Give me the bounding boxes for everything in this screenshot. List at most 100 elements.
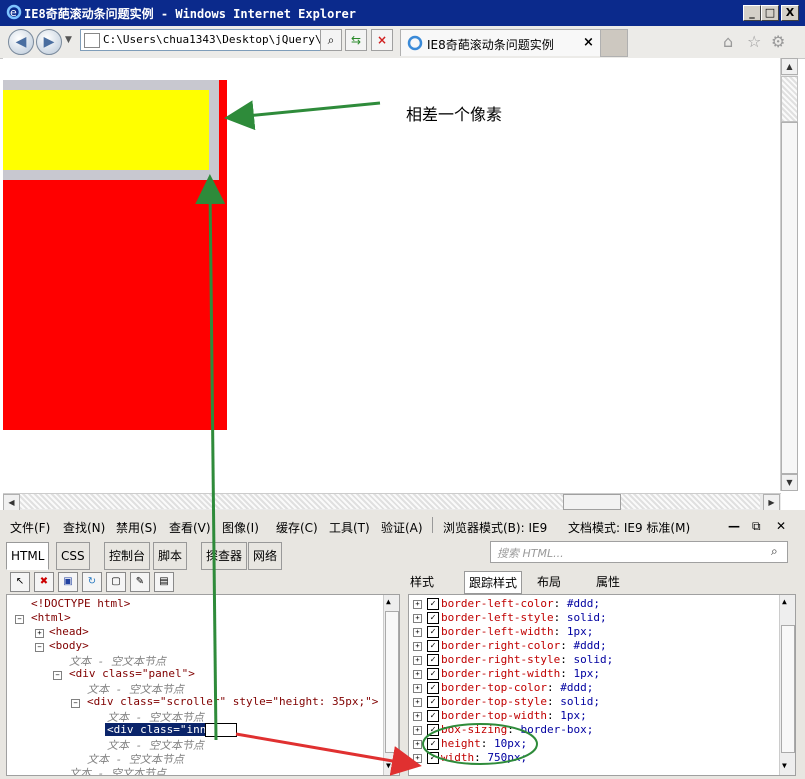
- style-row[interactable]: border-right-style: solid;: [441, 653, 613, 666]
- devtools-close-icon[interactable]: ✕: [776, 519, 786, 533]
- scroll-down-arrow-icon[interactable]: ▼: [782, 761, 787, 770]
- style-row[interactable]: border-top-color: #ddd;: [441, 681, 593, 694]
- address-bar[interactable]: C:\Users\chua1343\Desktop\jQuery\: [80, 29, 342, 51]
- tree-node-head[interactable]: <head>: [49, 625, 89, 638]
- scroll-right-arrow-icon[interactable]: ▶: [763, 494, 780, 511]
- expand-icon[interactable]: +: [413, 754, 422, 763]
- style-row[interactable]: border-right-width: 1px;: [441, 667, 600, 680]
- expand-icon[interactable]: +: [413, 684, 422, 693]
- style-row[interactable]: border-left-color: #ddd;: [441, 597, 600, 610]
- close-button[interactable]: X: [781, 5, 799, 21]
- menu-view[interactable]: 查看(V): [169, 519, 211, 536]
- forward-button[interactable]: ▶: [36, 29, 62, 55]
- style-checkbox[interactable]: ✓: [427, 654, 439, 666]
- h-scrollbar-thumb[interactable]: [563, 494, 621, 510]
- dom-tree-scroll-thumb[interactable]: [385, 611, 399, 753]
- right-tab-trace-styles[interactable]: 跟踪样式: [464, 571, 523, 594]
- browser-tab[interactable]: IE8奇葩滚动条问题实例 ×: [400, 29, 602, 56]
- devtools-minimize-icon[interactable]: —: [728, 519, 740, 533]
- style-checkbox[interactable]: ✓: [427, 752, 439, 764]
- expand-icon[interactable]: +: [413, 698, 422, 707]
- inline-edit-box[interactable]: [205, 723, 237, 737]
- element-source-icon[interactable]: ▢: [106, 572, 126, 592]
- scroll-left-arrow-icon[interactable]: ◀: [3, 494, 20, 511]
- style-checkbox[interactable]: ✓: [427, 710, 439, 722]
- tree-node-body[interactable]: <body>: [49, 639, 89, 652]
- tree-node-doctype[interactable]: <!DOCTYPE html>: [31, 597, 130, 610]
- styles-scroll-thumb[interactable]: [781, 625, 795, 753]
- style-row[interactable]: border-top-style: solid;: [441, 695, 600, 708]
- scrollbar-thumb[interactable]: [781, 122, 798, 474]
- recent-pages-dropdown-icon[interactable]: ▼: [65, 35, 72, 45]
- tree-node-html[interactable]: <html>: [31, 611, 71, 624]
- tab-css[interactable]: CSS: [56, 542, 90, 570]
- tab-console[interactable]: 控制台: [104, 542, 151, 570]
- menu-file[interactable]: 文件(F): [10, 519, 50, 536]
- right-tab-style[interactable]: 样式: [410, 573, 434, 590]
- document-mode-menu[interactable]: 文档模式: IE9 标准(M): [568, 519, 690, 536]
- search-icon[interactable]: ⌕: [771, 544, 778, 559]
- dom-tree-scrollbar[interactable]: ▲ ▼: [383, 595, 399, 775]
- maximize-button[interactable]: □: [761, 5, 779, 21]
- tab-script[interactable]: 脚本: [153, 542, 188, 570]
- expand-icon[interactable]: +: [413, 600, 422, 609]
- style-checkbox[interactable]: ✓: [427, 612, 439, 624]
- style-checkbox[interactable]: ✓: [427, 696, 439, 708]
- devtools-undock-icon[interactable]: ⧉: [752, 519, 761, 534]
- browser-mode-menu[interactable]: 浏览器模式(B): IE9: [443, 519, 547, 536]
- expand-icon[interactable]: +: [413, 642, 422, 651]
- style-row[interactable]: border-right-color: #ddd;: [441, 639, 607, 652]
- style-row[interactable]: border-left-width: 1px;: [441, 625, 593, 638]
- search-dropdown-icon[interactable]: ⌕: [320, 29, 342, 51]
- style-row[interactable]: border-left-style: solid;: [441, 611, 607, 624]
- tab-network[interactable]: 网络: [248, 542, 283, 570]
- style-checkbox[interactable]: ✓: [427, 598, 439, 610]
- scroll-up-arrow-icon[interactable]: ▲: [782, 597, 787, 606]
- expand-icon[interactable]: +: [413, 614, 422, 623]
- style-checkbox[interactable]: ✓: [427, 626, 439, 638]
- new-tab-button[interactable]: [600, 29, 628, 57]
- scroll-up-arrow-icon[interactable]: ▲: [781, 58, 798, 75]
- refresh-button[interactable]: ⇆: [345, 29, 367, 51]
- select-element-icon[interactable]: ↖: [10, 572, 30, 592]
- word-wrap-icon[interactable]: ▤: [154, 572, 174, 592]
- expand-icon[interactable]: +: [413, 628, 422, 637]
- menu-cache[interactable]: 缓存(C): [276, 519, 318, 536]
- style-row[interactable]: width: 750px;: [441, 751, 527, 764]
- html-search-input[interactable]: 搜索 HTML... ⌕: [490, 541, 788, 563]
- menu-find[interactable]: 查找(N): [63, 519, 105, 536]
- expand-icon[interactable]: +: [413, 712, 422, 721]
- right-tab-attributes[interactable]: 属性: [596, 573, 620, 590]
- edit-icon[interactable]: ✎: [130, 572, 150, 592]
- clear-browser-cache-icon[interactable]: ✖: [34, 572, 54, 592]
- home-icon[interactable]: ⌂: [723, 32, 733, 51]
- menu-tools[interactable]: 工具(T): [329, 519, 370, 536]
- menu-images[interactable]: 图像(I): [222, 519, 259, 536]
- style-checkbox[interactable]: ✓: [427, 724, 439, 736]
- stop-button[interactable]: ×: [371, 29, 393, 51]
- expand-icon[interactable]: +: [413, 726, 422, 735]
- menu-disable[interactable]: 禁用(S): [116, 519, 157, 536]
- tab-html[interactable]: HTML: [6, 542, 50, 570]
- tab-close-button[interactable]: ×: [583, 35, 594, 50]
- style-checkbox[interactable]: ✓: [427, 682, 439, 694]
- style-row[interactable]: height: 10px;: [441, 737, 527, 750]
- style-checkbox[interactable]: ✓: [427, 738, 439, 750]
- tools-gear-icon[interactable]: ⚙: [771, 32, 785, 51]
- vertical-scrollbar[interactable]: ▲ ▼: [780, 58, 798, 491]
- scroll-up-arrow-icon[interactable]: ▲: [386, 597, 391, 606]
- menu-validate[interactable]: 验证(A): [381, 519, 423, 536]
- refresh-dom-icon[interactable]: ↻: [82, 572, 102, 592]
- tree-node-text[interactable]: 文本 - 空文本节点: [69, 765, 166, 775]
- tab-profiler[interactable]: 探查器: [201, 542, 248, 570]
- tree-node-div-panel[interactable]: <div class="panel">: [69, 667, 195, 680]
- style-checkbox[interactable]: ✓: [427, 640, 439, 652]
- styles-scrollbar[interactable]: ▲ ▼: [779, 595, 795, 775]
- expand-icon[interactable]: +: [413, 670, 422, 679]
- horizontal-scrollbar[interactable]: ◀ ▶: [3, 493, 781, 511]
- style-row[interactable]: border-top-width: 1px;: [441, 709, 587, 722]
- minimize-button[interactable]: _: [743, 5, 761, 21]
- scroll-down-arrow-icon[interactable]: ▼: [386, 761, 391, 770]
- expand-icon[interactable]: +: [413, 656, 422, 665]
- tree-node-div-scroller[interactable]: <div class="scroller" style="height: 35p…: [87, 695, 378, 708]
